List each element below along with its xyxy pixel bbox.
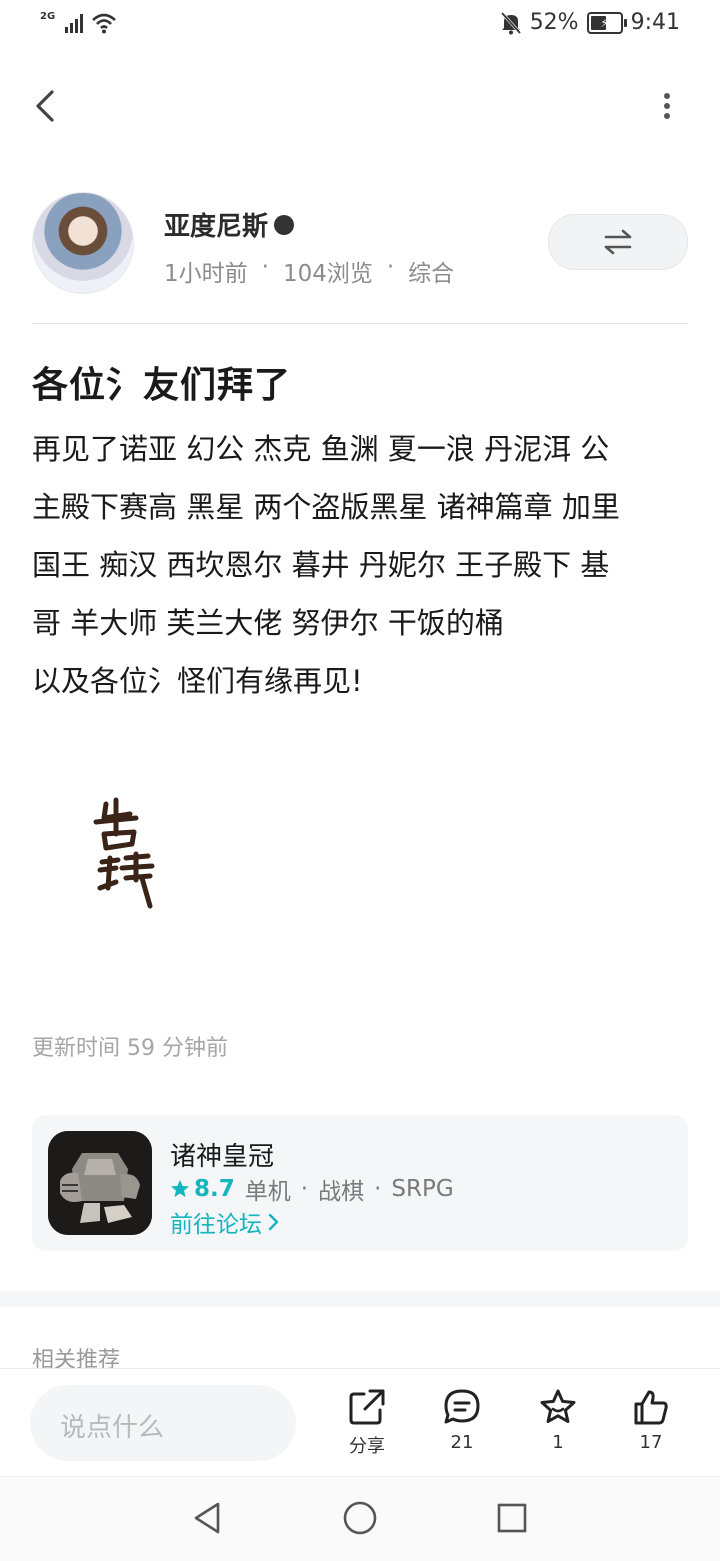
game-rating: 8.7: [170, 1176, 235, 1202]
comment-count: 21: [450, 1432, 474, 1453]
game-rating-value: 8.7: [194, 1176, 235, 1202]
armor-icon: [48, 1131, 152, 1235]
go-to-forum-link[interactable]: 前往论坛: [170, 1205, 280, 1239]
post-category[interactable]: 综合: [408, 254, 454, 288]
post-meta: 1小时前 · 104浏览 · 综合: [164, 254, 454, 288]
comment-button[interactable]: 21: [427, 1388, 497, 1464]
tag-separator: ·: [374, 1176, 382, 1202]
post-line: 以及各位氵怪们有缘再见!: [32, 664, 363, 698]
post-line: 哥 羊大师 芙兰大佬 努伊尔 干饭的桶: [32, 606, 504, 640]
game-name[interactable]: 诸神皇冠: [170, 1136, 274, 1173]
more-vertical-icon[interactable]: [650, 88, 684, 124]
meta-separator: ·: [261, 254, 269, 280]
tag-separator: ·: [300, 1176, 309, 1202]
favorite-count: 1: [552, 1432, 564, 1453]
share-button[interactable]: 分享: [332, 1388, 402, 1464]
like-count: 17: [639, 1432, 663, 1453]
follow-button[interactable]: [548, 214, 688, 270]
game-meta: 8.7 单机 · 战棋 · SRPG: [170, 1172, 454, 1206]
farewell-sticker[interactable]: [92, 796, 162, 912]
post-line: 国王 痴汉 西坎恩尔 暮井 丹妮尔 王子殿下 基: [32, 548, 610, 582]
status-right: 52% ⚡ 9:41: [500, 10, 680, 35]
post-line: 再见了诺亚 幻公 杰克 鱼渊 夏一浪 丹泥洱 公: [32, 432, 610, 466]
game-tag: 战棋: [318, 1179, 365, 1205]
post-title: 各位氵友们拜了: [32, 365, 292, 406]
comment-placeholder: 说点什么: [60, 1413, 165, 1443]
like-button[interactable]: 17: [616, 1388, 686, 1464]
post-time: 1小时前: [164, 261, 248, 287]
game-tag: SRPG: [391, 1176, 454, 1202]
network-type: 2G: [40, 11, 56, 22]
section-separator: [0, 1291, 720, 1307]
author-badge-icon: [274, 214, 295, 235]
post-line: 主殿下赛高 黑星 两个盗版黑星 诸神篇章 加里: [32, 490, 620, 524]
status-bar: 2G 52% ⚡ 9:41: [0, 0, 720, 52]
game-icon[interactable]: [48, 1131, 152, 1235]
update-time: 更新时间 59 分钟前: [32, 1036, 228, 1061]
star-outline-icon: [540, 1389, 576, 1423]
nav-back-icon[interactable]: [190, 1500, 224, 1536]
chevron-right-icon: [268, 1213, 279, 1231]
author-avatar[interactable]: [32, 192, 134, 294]
clock: 9:41: [630, 10, 680, 35]
post-body: 再见了诺亚 幻公 杰克 鱼渊 夏一浪 丹泥洱 公 主殿下赛高 黑星 两个盗版黑星…: [32, 420, 692, 710]
battery-charging-icon: ⚡: [586, 11, 627, 34]
mute-bell-icon: [500, 11, 521, 34]
thumbs-up-icon: [634, 1390, 668, 1425]
post-views: 104浏览: [282, 261, 373, 287]
author-name-row[interactable]: 亚度尼斯: [164, 206, 295, 243]
comment-input[interactable]: 说点什么: [30, 1385, 296, 1461]
star-icon: [171, 1180, 189, 1197]
meta-separator: ·: [386, 254, 395, 280]
forum-link-label[interactable]: 前往论坛: [170, 1205, 262, 1239]
author-name[interactable]: 亚度尼斯: [164, 206, 268, 243]
wifi-icon: [92, 13, 117, 34]
swap-arrows-icon: [604, 229, 632, 255]
share-label: 分享: [349, 1436, 385, 1457]
battery-percent: 52%: [529, 10, 579, 35]
back-chevron-icon[interactable]: [30, 86, 64, 126]
nav-home-icon[interactable]: [342, 1500, 378, 1536]
nav-recents-icon[interactable]: [496, 1502, 528, 1534]
status-left: 2G: [40, 12, 117, 34]
favorite-button[interactable]: 1: [523, 1388, 593, 1464]
comment-icon: [444, 1389, 480, 1424]
signal-icon: [65, 13, 84, 33]
share-icon: [349, 1389, 385, 1425]
game-tag: 单机: [244, 1179, 291, 1205]
divider: [32, 323, 688, 324]
